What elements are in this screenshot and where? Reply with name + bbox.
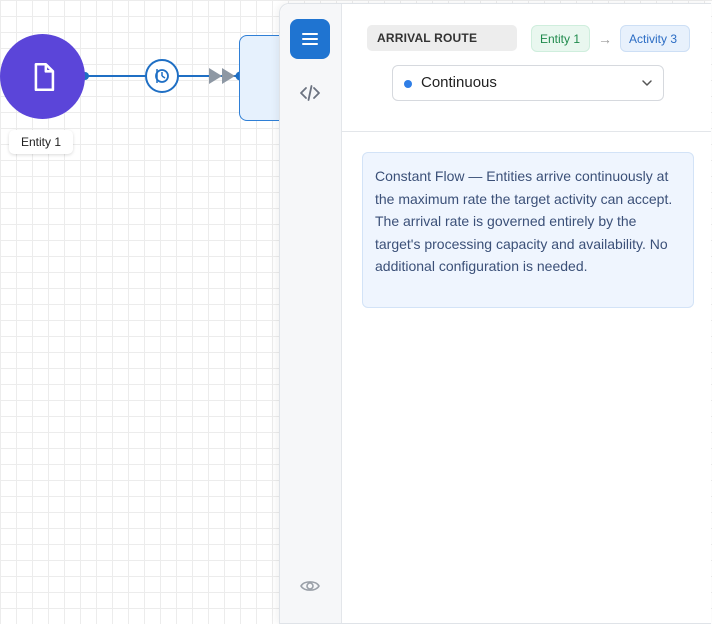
double-arrow-icon	[209, 68, 235, 84]
header-divider	[342, 131, 711, 132]
route-arrow-icon: →	[598, 31, 612, 47]
code-button[interactable]	[290, 73, 330, 113]
code-icon	[300, 85, 320, 101]
chevron-down-icon	[642, 80, 652, 86]
panel-rail	[280, 4, 342, 623]
menu-button[interactable]	[290, 19, 330, 59]
arrival-mode-select[interactable]: Continuous	[392, 65, 664, 101]
document-icon	[34, 62, 54, 91]
eye-icon	[300, 581, 320, 591]
to-chip[interactable]: Activity 3	[620, 25, 690, 52]
entity-label: Entity 1	[9, 130, 74, 154]
entity-node[interactable]	[0, 34, 85, 119]
route-panel: ARRIVAL ROUTE Entity 1 → Activity 3 Cont…	[279, 3, 711, 624]
from-chip[interactable]: Entity 1	[531, 25, 590, 52]
preview-button[interactable]	[290, 566, 330, 606]
timer-badge-icon[interactable]	[145, 59, 179, 93]
route-title: ARRIVAL ROUTE	[367, 25, 517, 51]
arrival-mode-value: Continuous	[421, 74, 497, 91]
menu-icon	[302, 33, 318, 45]
status-dot	[404, 80, 412, 88]
info-description: Constant Flow — Entities arrive continuo…	[362, 152, 694, 308]
